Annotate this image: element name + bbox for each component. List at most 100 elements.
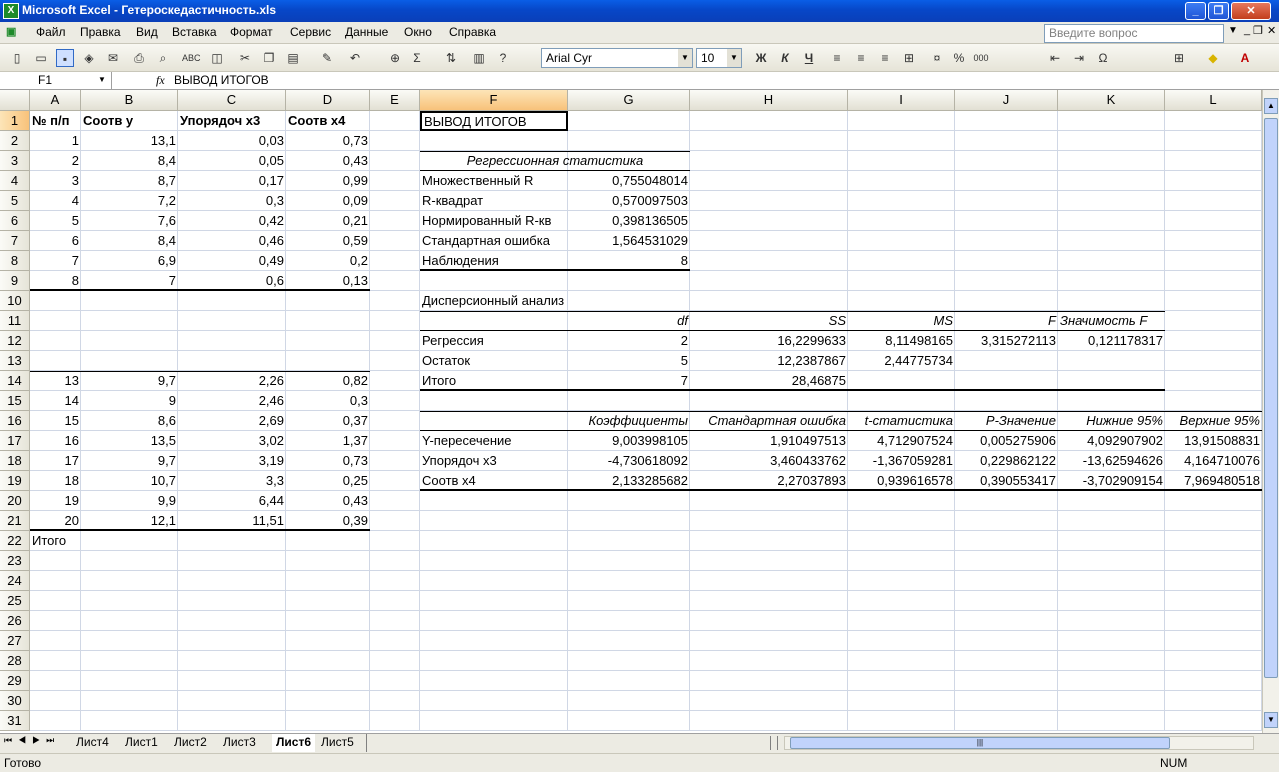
menu-tools[interactable]: Сервис xyxy=(290,25,331,39)
sheet-tab-6-active[interactable]: Лист6 xyxy=(272,734,316,752)
column-header-j[interactable]: J xyxy=(955,90,1058,111)
tab-split-handle[interactable] xyxy=(770,736,778,750)
menu-window[interactable]: Окно xyxy=(404,25,432,39)
row-header-3[interactable]: 3 xyxy=(0,151,30,171)
row-header-6[interactable]: 6 xyxy=(0,211,30,231)
insert-function-icon[interactable]: fx xyxy=(156,72,165,88)
row-header-29[interactable]: 29 xyxy=(0,671,30,691)
row-header-25[interactable]: 25 xyxy=(0,591,30,611)
row-header-16[interactable]: 16 xyxy=(0,411,30,431)
row-header-9[interactable]: 9 xyxy=(0,271,30,291)
menu-data[interactable]: Данные xyxy=(345,25,388,39)
sheet-tab-4[interactable]: Лист4 xyxy=(76,734,109,752)
row-header-20[interactable]: 20 xyxy=(0,491,30,511)
row-header-5[interactable]: 5 xyxy=(0,191,30,211)
column-header-a[interactable]: A xyxy=(30,90,81,111)
underline-icon[interactable]: Ч xyxy=(800,49,818,67)
paste-icon[interactable]: ▤ xyxy=(284,49,302,67)
borders-icon[interactable]: ⊞ xyxy=(1170,49,1188,67)
doc-minimize-icon[interactable]: _ xyxy=(1244,24,1250,36)
column-header-k[interactable]: K xyxy=(1058,90,1165,111)
column-header-e[interactable]: E xyxy=(370,90,420,111)
sheet-tab-3[interactable]: Лист3 xyxy=(223,734,256,752)
fill-color-icon[interactable]: ◆ xyxy=(1204,49,1222,67)
ask-dropdown-icon[interactable]: ▼ xyxy=(1228,25,1238,36)
sheet-tab-1[interactable]: Лист1 xyxy=(125,734,158,752)
open-icon[interactable]: ▭ xyxy=(32,49,50,67)
thousands-icon[interactable]: 000 xyxy=(972,49,990,67)
horizontal-scroll-thumb[interactable]: ||| xyxy=(790,737,1170,749)
row-header-11[interactable]: 11 xyxy=(0,311,30,331)
font-name-select[interactable]: Arial Cyr ▼ xyxy=(541,48,693,68)
column-header-g[interactable]: G xyxy=(568,90,690,111)
column-header-c[interactable]: C xyxy=(178,90,286,111)
menu-insert[interactable]: Вставка xyxy=(172,25,217,39)
ask-question-input[interactable]: Введите вопрос xyxy=(1044,24,1224,43)
font-size-select[interactable]: 10 ▼ xyxy=(696,48,742,68)
merge-center-icon[interactable]: ⊞ xyxy=(900,49,918,67)
excel-app-icon[interactable]: X xyxy=(3,3,19,19)
permission-icon[interactable]: ◈ xyxy=(80,49,98,67)
row-header-28[interactable]: 28 xyxy=(0,651,30,671)
doc-close-icon[interactable]: ✕ xyxy=(1267,24,1276,37)
undo-icon[interactable]: ↶ xyxy=(346,49,364,67)
row-header-19[interactable]: 19 xyxy=(0,471,30,491)
name-box[interactable]: F1 ▼ xyxy=(2,72,112,89)
email-icon[interactable]: ✉ xyxy=(104,49,122,67)
row-header-12[interactable]: 12 xyxy=(0,331,30,351)
row-header-14[interactable]: 14 xyxy=(0,371,30,391)
menu-file[interactable]: Файл xyxy=(36,25,66,39)
row-header-7[interactable]: 7 xyxy=(0,231,30,251)
row-header-31[interactable]: 31 xyxy=(0,711,30,731)
row-header-10[interactable]: 10 xyxy=(0,291,30,311)
row-header-8[interactable]: 8 xyxy=(0,251,30,271)
tab-scroll-icons[interactable]: ⏮◀▶⏭ xyxy=(4,735,60,746)
close-button[interactable]: ✕ xyxy=(1231,2,1271,20)
chart-wizard-icon[interactable]: ▥ xyxy=(470,49,488,67)
column-header-d[interactable]: D xyxy=(286,90,370,111)
decrease-indent-icon[interactable]: ⇤ xyxy=(1046,49,1064,67)
formula-input[interactable]: ВЫВОД ИТОГОВ xyxy=(174,72,269,88)
select-all-corner[interactable] xyxy=(0,90,30,111)
row-header-13[interactable]: 13 xyxy=(0,351,30,371)
align-center-icon[interactable]: ≡ xyxy=(852,49,870,67)
scroll-down-icon[interactable]: ▼ xyxy=(1264,712,1278,728)
hyperlink-icon[interactable]: ⊕ xyxy=(386,49,404,67)
percent-icon[interactable]: % xyxy=(950,49,968,67)
menu-view[interactable]: Вид xyxy=(136,25,158,39)
row-header-26[interactable]: 26 xyxy=(0,611,30,631)
align-left-icon[interactable]: ≡ xyxy=(828,49,846,67)
copy-icon[interactable]: ❐ xyxy=(260,49,278,67)
row-header-27[interactable]: 27 xyxy=(0,631,30,651)
minimize-button[interactable]: _ xyxy=(1185,2,1206,20)
spelling-icon[interactable]: ABC xyxy=(182,49,201,67)
save-icon[interactable]: ▪ xyxy=(56,49,74,67)
restore-button[interactable]: ❐ xyxy=(1208,2,1229,20)
format-painter-icon[interactable]: ✎ xyxy=(318,49,336,67)
output-title-active-cell[interactable]: ВЫВОД ИТОГОВ xyxy=(420,111,568,131)
row-header-1[interactable]: 1 xyxy=(0,111,30,131)
sort-asc-icon[interactable]: ⇅ xyxy=(442,49,460,67)
scroll-up-icon[interactable]: ▲ xyxy=(1264,98,1278,114)
row-header-4[interactable]: 4 xyxy=(0,171,30,191)
align-right-icon[interactable]: ≡ xyxy=(876,49,894,67)
italic-icon[interactable]: К xyxy=(776,49,794,67)
sheet-tab-5[interactable]: Лист5 xyxy=(321,734,354,752)
row-header-21[interactable]: 21 xyxy=(0,511,30,531)
bold-icon[interactable]: Ж xyxy=(752,49,770,67)
currency-icon[interactable]: ¤ xyxy=(928,49,946,67)
print-icon[interactable]: ⎙ xyxy=(130,49,148,67)
column-header-f[interactable]: F xyxy=(420,90,568,111)
print-preview-icon[interactable]: ⌕ xyxy=(154,49,172,67)
menu-format[interactable]: Формат xyxy=(230,25,273,39)
row-header-18[interactable]: 18 xyxy=(0,451,30,471)
row-header-15[interactable]: 15 xyxy=(0,391,30,411)
row-header-22[interactable]: 22 xyxy=(0,531,30,551)
menu-edit[interactable]: Правка xyxy=(80,25,121,39)
symbol-icon[interactable]: Ω xyxy=(1094,49,1112,67)
vertical-scrollbar[interactable]: ▲ ▼ xyxy=(1262,90,1279,733)
font-color-icon[interactable]: A xyxy=(1236,49,1254,67)
vertical-scroll-thumb[interactable] xyxy=(1264,118,1278,678)
row-header-17[interactable]: 17 xyxy=(0,431,30,451)
cut-icon[interactable]: ✂ xyxy=(236,49,254,67)
